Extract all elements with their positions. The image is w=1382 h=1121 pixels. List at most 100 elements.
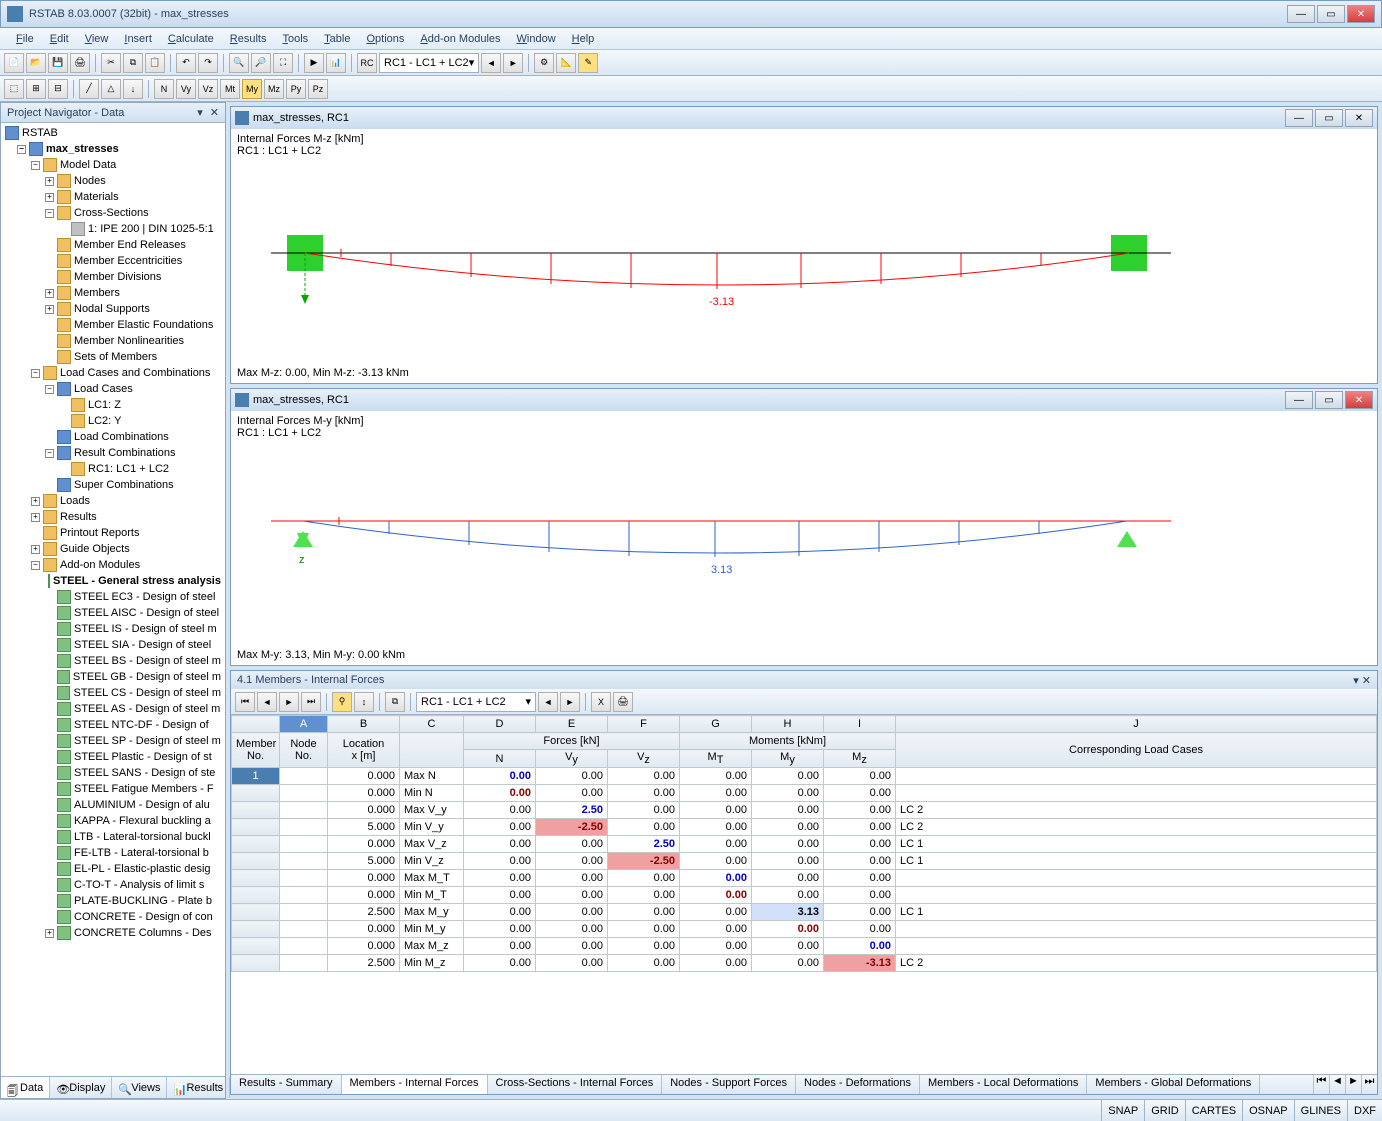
result-tab[interactable]: Members - Global Deformations [1087, 1075, 1260, 1094]
nav-tab-views[interactable]: 🔍Views [112, 1077, 167, 1098]
tp-last-icon[interactable]: ⏭ [301, 692, 321, 712]
navigator-close-icon[interactable]: ✕ [210, 107, 219, 119]
misc-1-icon[interactable]: ⚙ [534, 53, 554, 73]
tree-item[interactable]: STEEL AS - Design of steel m [3, 701, 223, 717]
tab-nav-next[interactable]: ► [1345, 1075, 1361, 1094]
status-grid[interactable]: GRID [1144, 1100, 1185, 1121]
menu-table[interactable]: Table [316, 31, 358, 47]
menu-add-on-modules[interactable]: Add-on Modules [412, 31, 508, 47]
tree-item[interactable]: CONCRETE - Design of con [3, 909, 223, 925]
menu-help[interactable]: Help [564, 31, 603, 47]
menu-calculate[interactable]: Calculate [160, 31, 222, 47]
zoom-fit-icon[interactable]: ⛶ [273, 53, 293, 73]
tree-item[interactable]: STEEL GB - Design of steel m [3, 669, 223, 685]
tab-nav-prev[interactable]: ◄ [1329, 1075, 1345, 1094]
table-grid[interactable]: ABCDEFGHIJMemberNo.NodeNo.Locationx [m]F… [231, 715, 1377, 1074]
tree-item[interactable]: −Load Cases and Combinations [3, 365, 223, 381]
tree-item[interactable]: STEEL Fatigue Members - F [3, 781, 223, 797]
loading-combo-icon[interactable]: RC [357, 53, 377, 73]
tree-item[interactable]: STEEL EC3 - Design of steel [3, 589, 223, 605]
next-lc-icon[interactable]: ► [503, 53, 523, 73]
close-button[interactable]: ✕ [1347, 5, 1375, 23]
tree-item[interactable]: Member Elastic Foundations [3, 317, 223, 333]
results-icon[interactable]: 📊 [326, 53, 346, 73]
tab-nav-last[interactable]: ⏭ [1361, 1075, 1377, 1094]
navigator-pin-icon[interactable]: ▾ [197, 107, 203, 119]
tree-item[interactable]: −Cross-Sections [3, 205, 223, 221]
tp-pin-icon[interactable]: ▾ [1353, 675, 1359, 687]
print-icon[interactable]: 🖨 [70, 53, 90, 73]
status-dxf[interactable]: DXF [1347, 1100, 1382, 1121]
tp-prev-icon[interactable]: ◄ [257, 692, 277, 712]
status-snap[interactable]: SNAP [1101, 1100, 1144, 1121]
tp-copy-icon[interactable]: ⧉ [385, 692, 405, 712]
support-icon[interactable]: △ [101, 79, 121, 99]
tree-item[interactable]: −Load Cases [3, 381, 223, 397]
misc-2-icon[interactable]: 📐 [556, 53, 576, 73]
gw2-close[interactable]: ✕ [1345, 391, 1373, 409]
open-icon[interactable]: 📂 [26, 53, 46, 73]
tree-item[interactable]: +Loads [3, 493, 223, 509]
menu-insert[interactable]: Insert [116, 31, 160, 47]
tree-item[interactable]: FE-LTB - Lateral-torsional b [3, 845, 223, 861]
zoom-in-icon[interactable]: 🔍 [229, 53, 249, 73]
gw1-close[interactable]: ✕ [1345, 109, 1373, 127]
table-row[interactable]: 2.500Min M_z0.000.000.000.000.00-3.13LC … [232, 955, 1377, 972]
diagram-mt-icon[interactable]: Mt [220, 79, 240, 99]
tree-item[interactable]: +CONCRETE Columns - Des [3, 925, 223, 941]
paste-icon[interactable]: 📋 [145, 53, 165, 73]
gw2-minimize[interactable]: — [1285, 391, 1313, 409]
result-tab[interactable]: Cross-Sections - Internal Forces [488, 1075, 663, 1094]
tree-item[interactable]: +Members [3, 285, 223, 301]
diagram-pz-icon[interactable]: Pz [308, 79, 328, 99]
tree-item[interactable]: EL-PL - Elastic-plastic desig [3, 861, 223, 877]
menu-window[interactable]: Window [509, 31, 564, 47]
tree-item[interactable]: −Model Data [3, 157, 223, 173]
tree-item[interactable]: PLATE-BUCKLING - Plate b [3, 893, 223, 909]
table-row[interactable]: 5.000Min V_z0.000.00-2.500.000.000.00LC … [232, 853, 1377, 870]
tree-item[interactable]: STEEL SP - Design of steel m [3, 733, 223, 749]
new-icon[interactable]: 📄 [4, 53, 24, 73]
graphwin1-canvas[interactable]: Internal Forces M-z [kNm] RC1 : LC1 + LC… [231, 129, 1377, 383]
table-row[interactable]: 0.000Min M_y0.000.000.000.000.000.00 [232, 921, 1377, 938]
diagram-py-icon[interactable]: Py [286, 79, 306, 99]
tree-item[interactable]: Super Combinations [3, 477, 223, 493]
menu-edit[interactable]: Edit [42, 31, 77, 47]
tree-item[interactable]: Sets of Members [3, 349, 223, 365]
tree-item[interactable]: C-TO-T - Analysis of limit s [3, 877, 223, 893]
tree-item[interactable]: Load Combinations [3, 429, 223, 445]
calculate-icon[interactable]: ▶ [304, 53, 324, 73]
menu-options[interactable]: Options [358, 31, 412, 47]
tree-item[interactable]: +Guide Objects [3, 541, 223, 557]
menu-file[interactable]: File [8, 31, 42, 47]
nav-tab-results[interactable]: 📊Results [167, 1077, 230, 1098]
view-3-icon[interactable]: ⊟ [48, 79, 68, 99]
tp-lc-prev-icon[interactable]: ◄ [538, 692, 558, 712]
diagram-n-icon[interactable]: N [154, 79, 174, 99]
load-icon[interactable]: ↓ [123, 79, 143, 99]
tp-close-icon[interactable]: ✕ [1362, 675, 1371, 687]
tree-item[interactable]: ALUMINIUM - Design of alu [3, 797, 223, 813]
undo-icon[interactable]: ↶ [176, 53, 196, 73]
status-osnap[interactable]: OSNAP [1242, 1100, 1294, 1121]
tree-item[interactable]: STEEL BS - Design of steel m [3, 653, 223, 669]
result-tab[interactable]: Results - Summary [231, 1075, 342, 1094]
result-tab[interactable]: Nodes - Support Forces [662, 1075, 796, 1094]
tree-item[interactable]: RC1: LC1 + LC2 [3, 461, 223, 477]
tree-item[interactable]: LC2: Y [3, 413, 223, 429]
diagram-vz-icon[interactable]: Vz [198, 79, 218, 99]
view-2-icon[interactable]: ⊞ [26, 79, 46, 99]
status-cartes[interactable]: CARTES [1185, 1100, 1242, 1121]
tp-first-icon[interactable]: ⏮ [235, 692, 255, 712]
gw2-maximize[interactable]: ▭ [1315, 391, 1343, 409]
gw1-minimize[interactable]: — [1285, 109, 1313, 127]
table-row[interactable]: 5.000Min V_y0.00-2.500.000.000.000.00LC … [232, 819, 1377, 836]
misc-3-icon[interactable]: ✎ [578, 53, 598, 73]
tp-filter-icon[interactable]: ⚲ [332, 692, 352, 712]
table-row[interactable]: 0.000Max V_z0.000.002.500.000.000.00LC 1 [232, 836, 1377, 853]
copy-icon[interactable]: ⧉ [123, 53, 143, 73]
tab-nav-first[interactable]: ⏮ [1313, 1075, 1329, 1094]
menu-results[interactable]: Results [222, 31, 275, 47]
navigator-tree[interactable]: RSTAB −max_stresses −Model Data+Nodes+Ma… [1, 123, 225, 1076]
tree-item[interactable]: Member Nonlinearities [3, 333, 223, 349]
